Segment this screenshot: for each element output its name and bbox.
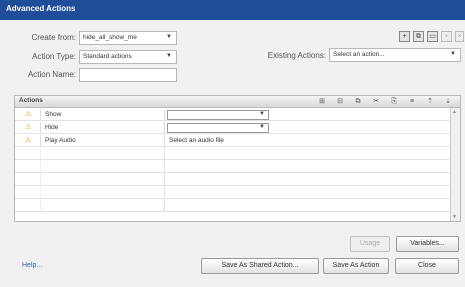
existing-actions-label: Existing Actions: — [267, 51, 326, 60]
warning-icon: ⚠ — [25, 124, 32, 131]
row-marker — [15, 200, 41, 211]
row-action-name: Play Audio — [45, 137, 76, 144]
column-divider — [164, 148, 165, 159]
delete-icon[interactable]: × — [455, 31, 464, 42]
save-as-shared-action-button[interactable]: Save As Shared Action... — [201, 258, 319, 274]
table-row[interactable] — [15, 161, 452, 173]
table-row[interactable]: ⚠ Show ▼ — [15, 109, 452, 121]
create-from-value: hide_all_show_me — [83, 34, 137, 41]
warning-icon: ⚠ — [25, 137, 32, 144]
column-divider — [164, 200, 165, 211]
action-type-label: Action Type: — [32, 52, 76, 61]
existing-actions-value: Select an action... — [333, 51, 385, 58]
row-marker — [15, 148, 41, 159]
open-folder-icon[interactable]: ▭ — [427, 31, 438, 42]
add-action-icon[interactable]: + — [399, 31, 410, 42]
column-divider — [164, 122, 165, 133]
row-marker — [15, 161, 41, 172]
save-as-action-button[interactable]: Save As Action — [323, 258, 389, 274]
row-value[interactable]: Select an audio file — [169, 137, 224, 144]
variables-button[interactable]: Variables... — [396, 236, 459, 252]
create-from-dropdown[interactable]: hide_all_show_me ▼ — [79, 31, 177, 45]
row-target-dropdown[interactable]: ▼ — [167, 123, 269, 133]
help-link[interactable]: Help... — [22, 262, 42, 269]
chevron-down-icon: ▼ — [450, 51, 456, 57]
actions-panel-title: Actions — [19, 97, 43, 104]
chevron-down-icon: ▼ — [259, 111, 265, 117]
table-row[interactable] — [15, 200, 452, 212]
create-from-label: Create from: — [31, 33, 76, 42]
add-row-icon[interactable]: ⊞ — [318, 98, 326, 106]
insert-row-icon[interactable]: ≡ — [408, 98, 416, 106]
row-marker — [15, 187, 41, 198]
chevron-down-icon: ▼ — [259, 124, 265, 130]
vertical-scrollbar[interactable]: ▲ ▼ — [450, 108, 460, 221]
column-divider — [164, 109, 165, 120]
paste-row-icon[interactable]: ⎘ — [390, 98, 398, 106]
table-row[interactable]: ⚠ Play Audio Select an audio file — [15, 135, 452, 147]
usage-button[interactable]: Usage — [350, 236, 390, 252]
table-row[interactable]: ⚠ Hide ▼ — [15, 122, 452, 134]
existing-actions-dropdown[interactable]: Select an action... ▼ — [329, 48, 461, 62]
actions-panel: Actions ⊞ ⊟ ⧉ ✂ ⎘ ≡ ⇡ ⇣ ⚠ Show ▼ ⚠ Hide … — [14, 95, 461, 222]
scroll-up-icon[interactable]: ▲ — [452, 109, 457, 115]
delete-row-icon[interactable]: ⊟ — [336, 98, 344, 106]
column-divider — [164, 135, 165, 146]
column-divider — [164, 187, 165, 198]
copy-row-icon[interactable]: ⧉ — [354, 98, 362, 106]
table-row[interactable] — [15, 174, 452, 186]
warning-icon: ⚠ — [25, 111, 32, 118]
column-divider — [164, 174, 165, 185]
action-type-value: Standard actions — [83, 53, 132, 60]
window-title: Advanced Actions — [6, 4, 76, 13]
row-action-name: Hide — [45, 124, 59, 131]
action-name-field[interactable] — [79, 68, 177, 82]
row-marker — [15, 174, 41, 185]
close-button[interactable]: Close — [395, 258, 459, 274]
row-target-dropdown[interactable]: ▼ — [167, 110, 269, 120]
title-bar: Advanced Actions — [0, 0, 465, 20]
save-icon[interactable]: ▪ — [441, 31, 452, 42]
actions-panel-header: Actions ⊞ ⊟ ⧉ ✂ ⎘ ≡ ⇡ ⇣ — [15, 96, 460, 108]
move-down-icon[interactable]: ⇣ — [444, 98, 452, 106]
table-row[interactable] — [15, 187, 452, 199]
cut-row-icon[interactable]: ✂ — [372, 98, 380, 106]
duplicate-action-icon[interactable]: ⧉ — [413, 31, 424, 42]
action-type-dropdown[interactable]: Standard actions ▼ — [79, 50, 177, 64]
move-up-icon[interactable]: ⇡ — [426, 98, 434, 106]
chevron-down-icon: ▼ — [166, 34, 172, 40]
column-divider — [164, 161, 165, 172]
action-name-label: Action Name: — [27, 70, 76, 79]
table-row[interactable] — [15, 148, 452, 160]
row-action-name: Show — [45, 111, 62, 118]
chevron-down-icon: ▼ — [166, 53, 172, 59]
scroll-down-icon[interactable]: ▼ — [452, 214, 457, 220]
